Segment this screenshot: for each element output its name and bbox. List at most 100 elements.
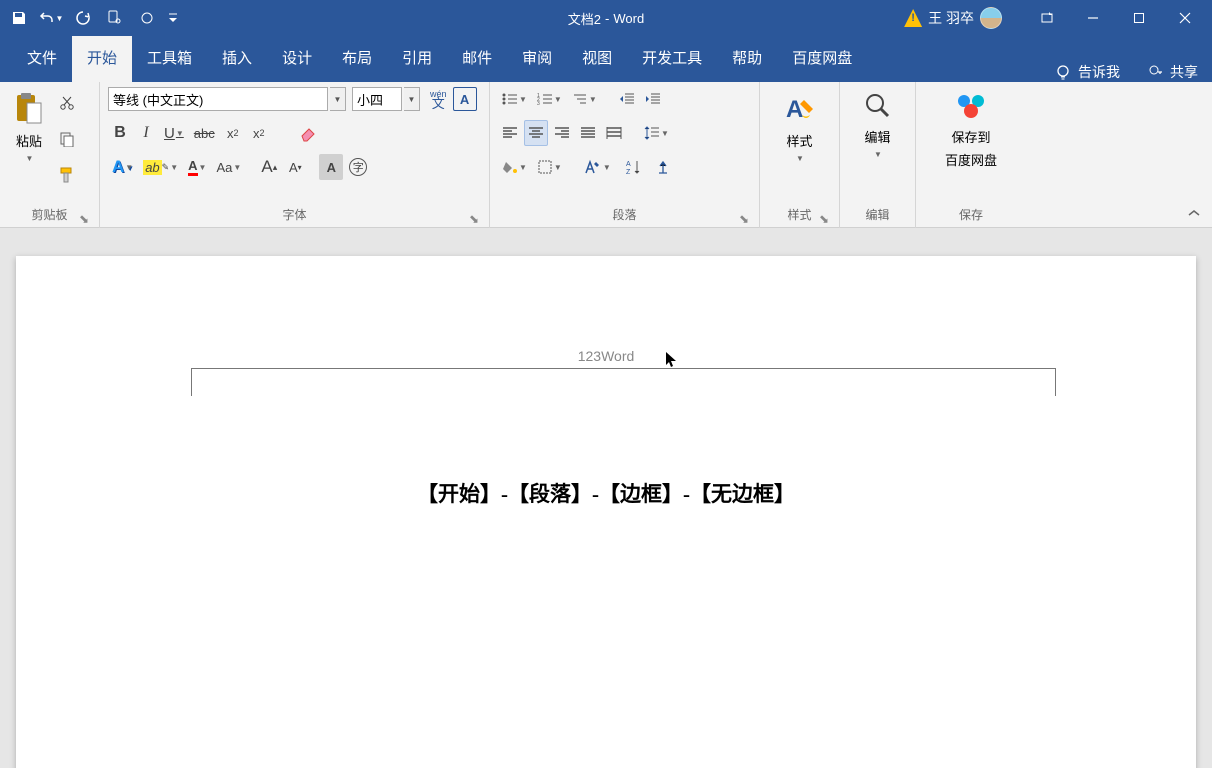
redo-button[interactable] [68,3,98,33]
touch-mode-button[interactable] [100,3,130,33]
shading-button[interactable]: ▼ [498,154,531,180]
group-editing: 编辑 ▼ 编辑 [840,82,916,228]
align-right-icon [554,126,570,140]
font-name-combo[interactable]: 等线 (中文正文) [108,87,328,111]
grow-font-button[interactable]: A▴ [257,154,281,180]
tab-view[interactable]: 视图 [567,36,627,82]
group-label-editing: 编辑 [846,206,909,228]
font-size-combo[interactable]: 小四 [352,87,402,111]
clipboard-dialog-launcher[interactable]: ⬊ [77,212,91,226]
character-shading-button[interactable]: A [319,154,343,180]
minimize-button[interactable] [1070,0,1116,36]
highlight-button[interactable]: ab✎▼ [139,154,182,180]
distributed-icon [606,126,622,140]
editing-button[interactable]: 编辑 ▼ [856,86,900,164]
change-case-button[interactable]: Aa▼ [212,154,245,180]
group-label-clipboard: 剪贴板⬊ [6,206,93,228]
show-marks-button[interactable] [651,154,675,180]
text-effects-button[interactable]: A▼ [108,154,137,180]
tab-design[interactable]: 设计 [267,36,327,82]
format-painter-icon [58,166,76,184]
styles-dialog-launcher[interactable]: ⬊ [817,212,831,226]
strikethrough-button[interactable]: abc [190,120,219,146]
multilevel-list-button[interactable]: ▼ [568,86,601,112]
page-body-text[interactable]: 【开始】-【段落】-【边框】-【无边框】 [16,478,1196,508]
subscript-button[interactable]: x2 [221,120,245,146]
clear-formatting-button[interactable] [295,120,323,146]
sort-button[interactable]: AZ [617,154,649,180]
paragraph-dialog-launcher[interactable]: ⬊ [737,212,751,226]
paste-button[interactable]: 粘贴 ▼ [6,86,52,168]
share-button[interactable]: 共享 [1132,62,1212,82]
save-button[interactable] [4,3,34,33]
align-left-button[interactable] [498,120,522,146]
justify-button[interactable] [576,120,600,146]
styles-button[interactable]: A 样式 ▼ [775,86,825,168]
format-painter-button[interactable] [54,162,80,188]
font-dialog-launcher[interactable]: ⬊ [467,212,481,226]
group-label-styles: 样式⬊ [766,206,833,228]
tab-toolbox[interactable]: 工具箱 [132,36,207,82]
numbering-icon: 123 [537,92,553,106]
svg-text:A: A [626,161,631,168]
ribbon-display-options[interactable] [1024,0,1070,36]
borders-icon [537,159,553,175]
align-right-button[interactable] [550,120,574,146]
group-font: 等线 (中文正文) ▼ 小四 ▼ wén文 A B I U▼ abc x2 x2… [100,82,490,228]
phonetic-guide-button[interactable]: wén文 [426,86,451,112]
borders-button[interactable]: ▼ [533,154,566,180]
tell-me-search[interactable]: 告诉我 [1042,62,1132,82]
asian-layout-button[interactable]: ▼ [580,154,615,180]
save-to-baidu-button[interactable]: 保存到 百度网盘 [938,86,1004,174]
enclose-characters-button[interactable]: 字 [345,154,371,180]
page-header-text[interactable]: 123Word [16,348,1196,364]
close-button[interactable] [1162,0,1208,36]
circle-icon [140,11,154,25]
qat-spare-button[interactable] [132,3,162,33]
align-center-button[interactable] [524,120,548,146]
numbering-button[interactable]: 123▼ [533,86,566,112]
customize-qat-button[interactable] [164,3,182,33]
shrink-font-button[interactable]: A▾ [283,154,307,180]
tab-developer[interactable]: 开发工具 [627,36,717,82]
group-label-save: 保存 [922,206,1020,228]
tab-help[interactable]: 帮助 [717,36,777,82]
restore-button[interactable] [1116,0,1162,36]
tab-home[interactable]: 开始 [72,36,132,82]
collapse-ribbon-button[interactable] [1182,203,1206,223]
bullets-button[interactable]: ▼ [498,86,531,112]
ribbon-tabs: 文件 开始 工具箱 插入 设计 布局 引用 邮件 审阅 视图 开发工具 帮助 百… [0,36,1212,82]
line-spacing-button[interactable]: ▼ [640,120,673,146]
superscript-button[interactable]: x2 [247,120,271,146]
bold-button[interactable]: B [108,120,132,146]
tab-review[interactable]: 审阅 [507,36,567,82]
tell-me-label: 告诉我 [1078,62,1120,82]
copy-button[interactable] [54,126,80,152]
italic-button[interactable]: I [134,120,158,146]
document-scroll-area[interactable]: 123Word 【开始】-【段落】-【边框】-【无边框】 [0,228,1212,768]
tab-baidu[interactable]: 百度网盘 [777,36,867,82]
distributed-button[interactable] [602,120,626,146]
tab-layout[interactable]: 布局 [327,36,387,82]
tab-insert[interactable]: 插入 [207,36,267,82]
font-name-dropdown[interactable]: ▼ [330,87,346,111]
increase-indent-button[interactable] [641,86,665,112]
lightbulb-icon [1054,63,1072,81]
title-text: 文档2 - Word [568,9,644,28]
warning-icon[interactable] [904,9,922,27]
font-size-dropdown[interactable]: ▼ [404,87,420,111]
page[interactable]: 123Word 【开始】-【段落】-【边框】-【无边框】 [16,256,1196,768]
user-avatar[interactable] [980,7,1002,29]
cut-button[interactable] [54,90,80,116]
group-label-font: 字体⬊ [106,206,483,228]
pilcrow-icon [656,159,670,175]
underline-button[interactable]: U▼ [160,120,188,146]
chevron-down-icon: ▼ [796,154,804,163]
tab-references[interactable]: 引用 [387,36,447,82]
undo-button[interactable]: ▼ [36,3,66,33]
tab-file[interactable]: 文件 [12,36,72,82]
font-color-button[interactable]: A▼ [184,154,210,180]
character-border-button[interactable]: A [453,87,477,111]
decrease-indent-button[interactable] [615,86,639,112]
tab-mailings[interactable]: 邮件 [447,36,507,82]
